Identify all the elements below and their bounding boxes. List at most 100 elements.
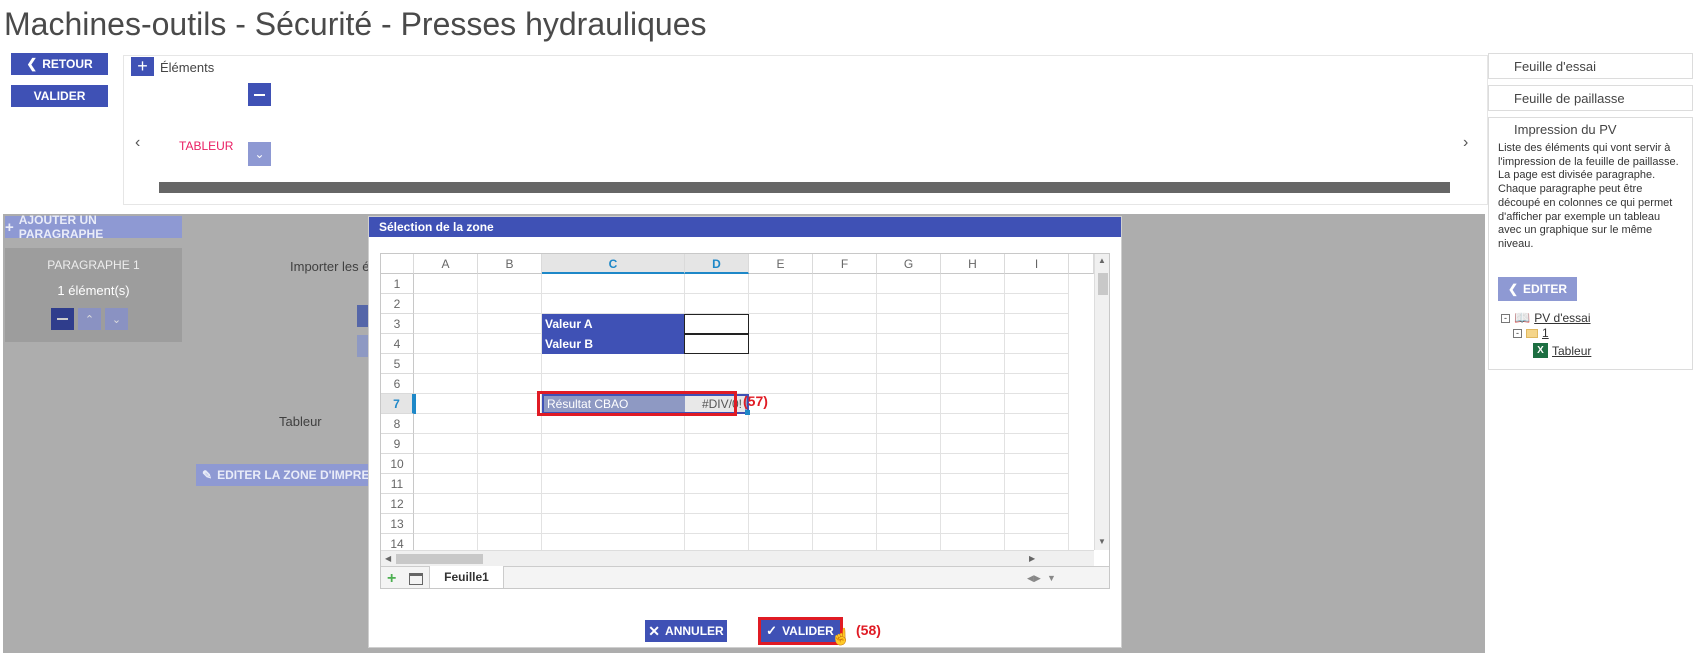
scroll-right-icon[interactable]: › [1463, 134, 1468, 152]
cell-valeur-b[interactable]: Valeur B [542, 334, 685, 354]
tab-impression-pv[interactable]: Impression du PV [1489, 118, 1692, 137]
grid-line [876, 274, 877, 569]
vertical-scrollbar[interactable]: ▲ ▼ [1094, 254, 1109, 550]
grid-line [414, 513, 1069, 514]
scroll-left-icon[interactable]: ◀ [385, 554, 391, 563]
row-header[interactable]: 9 [381, 434, 414, 454]
tableur-element-label: TABLEUR [179, 139, 234, 153]
validate-button[interactable]: VALIDER [11, 85, 108, 107]
plus-icon: + [5, 218, 14, 236]
sheet-nav-icon[interactable]: ◀▶ [1027, 573, 1041, 584]
scroll-right-icon[interactable]: ▶ [1029, 554, 1035, 563]
add-paragraph-button: + AJOUTER UN PARAGRAPHE [5, 213, 182, 241]
row-header[interactable]: 4 [381, 334, 414, 354]
sheet-tab-feuille1[interactable]: Feuille1 [429, 566, 504, 588]
minus-icon [57, 318, 68, 320]
grid-line [414, 433, 1069, 434]
column-header[interactable]: E [749, 254, 813, 274]
sheet-tab-bar: + Feuille1 ◀▶ ▼ [381, 566, 1109, 588]
excel-icon: X [1533, 343, 1548, 358]
sheet-horizontal-scrollbar[interactable]: ◀ ▶ [381, 550, 1094, 566]
dialog-title: Sélection de la zone [369, 217, 1121, 237]
sheet-list-icon[interactable] [409, 573, 423, 585]
grid-line [1004, 274, 1005, 569]
chevron-down-icon: ⌄ [254, 147, 265, 161]
row-header[interactable]: 3 [381, 314, 414, 334]
elements-title: Éléments [160, 60, 215, 75]
annotation-label-button: (58) [856, 622, 881, 638]
grid-line [414, 533, 1069, 534]
row-header[interactable]: 1 [381, 274, 414, 294]
scroll-left-icon[interactable]: ‹ [135, 134, 140, 152]
print-pv-panel: Impression du PV Liste des éléments qui … [1488, 117, 1693, 370]
grid-line [1068, 274, 1069, 569]
grid-line [414, 473, 1069, 474]
edit-button[interactable]: ❮ EDITER [1498, 277, 1577, 301]
tree-node-1[interactable]: - 1 [1513, 326, 1549, 340]
chevron-left-icon: ❮ [26, 56, 38, 71]
collapse-toggle-icon[interactable]: - [1513, 328, 1522, 338]
paragraph-card: PARAGRAPHE 1 1 élément(s) ⌃ ⌄ [5, 248, 182, 342]
row-header[interactable]: 5 [381, 354, 414, 374]
corner-cell [381, 254, 414, 274]
annotation-label-cell: (57) [743, 393, 768, 409]
cell-valeur-b-input[interactable] [684, 334, 749, 354]
row-header[interactable]: 8 [381, 414, 414, 434]
fill-handle[interactable] [745, 410, 750, 415]
column-header[interactable]: G [877, 254, 941, 274]
grid-line [414, 293, 1069, 294]
tree-node-root[interactable]: - 📖 PV d'essai [1501, 310, 1591, 326]
paragraph-title: PARAGRAPHE 1 [47, 258, 140, 272]
row-header[interactable]: 12 [381, 494, 414, 514]
grid-line [414, 453, 1069, 454]
row-header[interactable]: 2 [381, 294, 414, 314]
scroll-thumb[interactable] [396, 554, 483, 564]
row-header[interactable]: 10 [381, 454, 414, 474]
column-header[interactable]: C [542, 254, 685, 274]
scroll-up-icon[interactable]: ▲ [1098, 256, 1106, 265]
tab-feuille-paillasse[interactable]: Feuille de paillasse [1488, 85, 1693, 111]
collapse-button[interactable] [248, 83, 271, 106]
scroll-thumb[interactable] [1098, 273, 1108, 295]
page-title: Machines-outils - Sécurité - Presses hyd… [4, 6, 707, 42]
sheet-nav-end-icon[interactable]: ▼ [1047, 573, 1056, 583]
add-sheet-icon[interactable]: + [387, 570, 396, 588]
row-header[interactable]: 11 [381, 474, 414, 494]
cell-valeur-a[interactable]: Valeur A [542, 314, 685, 334]
expand-button[interactable]: ⌄ [248, 142, 271, 166]
grid-line [414, 493, 1069, 494]
row-header[interactable]: 13 [381, 514, 414, 534]
grid-line [812, 274, 813, 569]
active-cell-indicator [414, 394, 416, 414]
paragraph-count: 1 élément(s) [57, 283, 130, 298]
cell-valeur-a-input[interactable] [684, 314, 749, 334]
cancel-button[interactable]: ✕ ANNULER [645, 620, 727, 642]
back-button[interactable]: ❮ RETOUR [11, 53, 108, 75]
pencil-icon: ✎ [202, 468, 213, 482]
paragraph-down-button: ⌄ [105, 308, 128, 330]
paragraph-remove-button [51, 308, 74, 330]
book-icon: 📖 [1514, 310, 1531, 325]
tab-feuille-essai[interactable]: Feuille d'essai [1488, 53, 1693, 79]
horizontal-scrollbar[interactable] [159, 182, 1450, 193]
hand-cursor-icon: ☝ [831, 629, 851, 646]
column-header [1069, 254, 1094, 274]
spreadsheet[interactable]: A B C D E F G H I 1 2 3 4 5 6 7 8 9 10 1… [380, 253, 1110, 589]
tableur-label: Tableur [279, 414, 322, 429]
row-header[interactable]: 7 [381, 394, 414, 414]
scroll-down-icon[interactable]: ▼ [1098, 537, 1106, 546]
column-header[interactable]: D [685, 254, 749, 274]
edit-print-zone-button: ✎ EDITER LA ZONE D'IMPRESS [196, 464, 369, 486]
column-header[interactable]: A [414, 254, 478, 274]
column-header[interactable]: I [1005, 254, 1069, 274]
column-header[interactable]: B [478, 254, 542, 274]
tree-node-tableur[interactable]: X Tableur [1533, 343, 1591, 358]
chevron-left-icon: ❮ [1507, 282, 1519, 296]
collapse-toggle-icon[interactable]: - [1501, 313, 1510, 323]
add-element-button[interactable]: + [131, 56, 154, 76]
zone-selection-dialog: Sélection de la zone A B C D E F G H I 1… [368, 216, 1122, 648]
annotation-box-cell [537, 391, 737, 416]
row-header[interactable]: 6 [381, 374, 414, 394]
column-header[interactable]: F [813, 254, 877, 274]
column-header[interactable]: H [941, 254, 1005, 274]
